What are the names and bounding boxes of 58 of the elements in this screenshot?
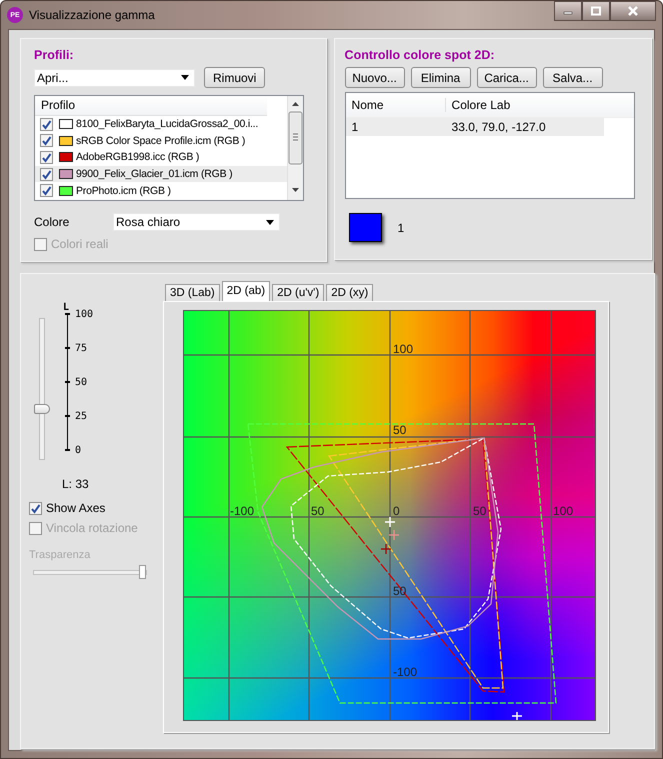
show-axes-checkbox[interactable]: Show Axes [29,501,106,515]
axis-label: 100 [393,342,414,356]
toolbar-button[interactable]: Nuovo... [344,67,405,88]
lightness-slider[interactable] [34,315,50,463]
view-tab[interactable]: 2D (ab) [222,281,270,301]
window-title: Visualizzazione gamma [29,8,155,22]
close-icon[interactable] [610,1,656,21]
profile-name: sRGB Color Space Profile.icm (RGB ) [76,134,246,147]
axis-label: -100 [230,504,254,518]
column-header[interactable]: Nome [346,98,446,112]
profile-name: 8100_FelixBaryta_LucidaGrossa2_00.i... [76,118,258,130]
checkmark-icon [30,502,41,514]
column-header[interactable]: Colore Lab [446,98,601,112]
caret-icon [181,75,189,80]
view-tab[interactable]: 2D (xy) [326,284,374,301]
profile-name: 9900_Felix_Glacier_01.icm (RGB ) [76,168,232,180]
slider-thumb[interactable] [34,404,50,414]
color-dropdown[interactable]: Rosa chiaro [113,213,280,231]
profile-name: AdobeRGB1998.icc (RGB ) [76,151,200,164]
table-cell-text: 1 [350,120,360,134]
axis-label: 50 [473,504,486,518]
panel-title: Controllo colore spot 2D: [344,48,496,64]
profile-item[interactable]: sRGB Color Space Profile.icm (RGB ) [35,132,287,150]
toolbar-button[interactable]: Elimina [410,67,471,88]
maximize-icon[interactable] [582,1,610,21]
toolbar-button[interactable]: Carica... [476,67,537,88]
swatch-label: 1 [398,220,404,234]
color-label: Colore [34,215,70,229]
axis-label: -100 [393,665,418,679]
panel-title: Profili: [34,48,75,64]
checkbox[interactable] [40,184,53,198]
profile-item[interactable]: AdobeRGB1998.icc (RGB ) [35,149,287,166]
caret-icon [266,220,274,224]
minimize-icon[interactable] [554,1,582,21]
toolbar-button[interactable]: Salva... [542,67,603,88]
profile-item[interactable]: 9900_Felix_Glacier_01.icm (RGB ) [35,166,287,182]
profile-item[interactable]: ProPhoto.icm (RGB ) [35,182,287,199]
axis-label: 50 [311,504,324,518]
checkbox[interactable] [40,168,53,181]
scrollbar[interactable] [287,96,303,200]
axis-label: 50 [393,584,406,598]
transparency-slider[interactable] [33,565,147,579]
table-row[interactable]: 1 33.0, 79.0, -127.0 [346,118,604,136]
checkbox[interactable] [40,134,53,148]
checkbox[interactable] [40,118,53,131]
axis-label: 0 [393,504,400,518]
open-dropdown[interactable]: Apri... [34,68,195,86]
transparency-label: Trasparenza [29,549,90,561]
table-cell-text: 33.0, 79.0, -127.0 [450,120,547,134]
profile-item[interactable]: 8100_FelixBaryta_LucidaGrossa2_00.i... [35,116,287,133]
axis-label: 50 [393,423,406,437]
profile-name: ProPhoto.icm (RGB ) [76,184,171,197]
lightness-reading: L: 33 [62,477,89,491]
view-tab[interactable]: 2D (u'v') [272,284,324,301]
view-tab[interactable]: 3D (Lab) [165,284,220,301]
remove-button[interactable]: Rimuovi [204,67,266,88]
axis-label: 100 [553,504,574,518]
checkbox[interactable] [40,150,53,164]
